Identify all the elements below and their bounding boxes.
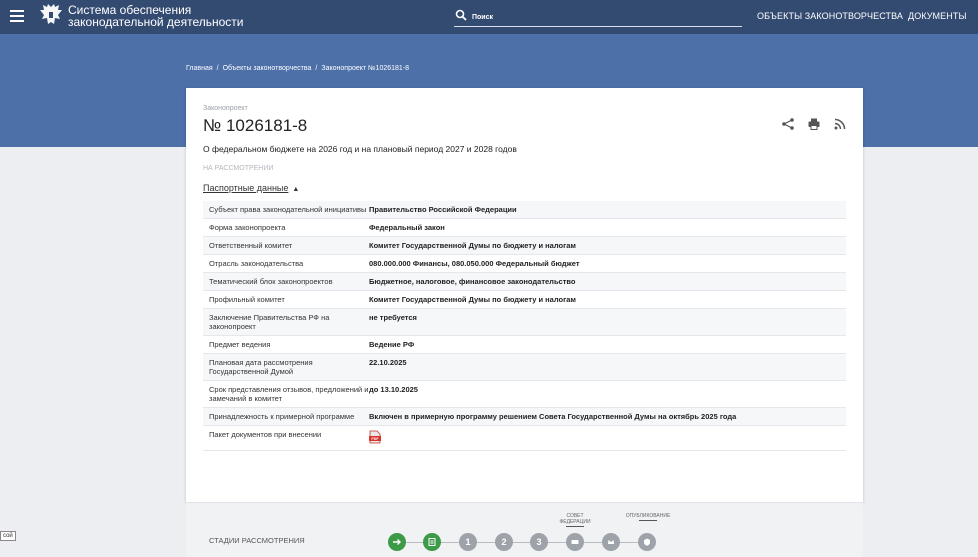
search-input[interactable]: [470, 9, 734, 25]
stage-council-icon[interactable]: [566, 533, 584, 551]
stage-council-caption: СОВЕТ ФЕДЕРАЦИИ: [555, 513, 595, 527]
row-value: Бюджетное, налоговое, финансовое законод…: [369, 277, 576, 286]
breadcrumb-home[interactable]: Главная: [186, 65, 213, 72]
passport-table: Субъект права законодательной инициативы…: [203, 201, 846, 451]
row-label: Заключение Правительства РФ на законопро…: [209, 313, 330, 331]
row-label: Субъект права законодательной инициативы: [209, 205, 367, 214]
row-label: Пакет документов при внесении: [209, 430, 322, 439]
rss-icon[interactable]: [833, 117, 847, 131]
search-icon[interactable]: [455, 9, 467, 21]
card-actions: [781, 117, 847, 131]
stage-publish-icon[interactable]: [638, 533, 656, 551]
bill-type-label: Законопроект: [203, 105, 248, 112]
nav-documents-link[interactable]: ДОКУМЕНТЫ: [908, 11, 967, 21]
share-icon[interactable]: [781, 117, 795, 131]
table-row: Форма законопроекта Федеральный закон: [203, 219, 846, 237]
table-row: Предмет ведения Ведение РФ: [203, 336, 846, 354]
search-box: [454, 8, 742, 27]
table-row: Субъект права законодательной инициативы…: [203, 201, 846, 219]
table-row: Пакет документов при внесении PDF: [203, 426, 846, 451]
breadcrumb: Главная / Объекты законотворчества / Законоп…: [186, 65, 410, 72]
menu-icon[interactable]: [10, 10, 24, 22]
stage-publish-caption: ОПУБЛИКОВАНИЕ: [623, 513, 673, 521]
row-label: Отрасль законодательства: [209, 259, 304, 268]
stage-president-icon[interactable]: [602, 533, 620, 551]
site-title-line2: законодательной деятельности: [68, 15, 244, 29]
stage-council-caption-text: СОВЕТ ФЕДЕРАЦИИ: [559, 513, 591, 525]
row-label: Принадлежность к примерной программе: [209, 412, 355, 421]
stage-1[interactable]: 1: [459, 533, 477, 551]
row-value: Комитет Государственной Думы по бюджету …: [369, 241, 576, 250]
row-label: Форма законопроекта: [209, 223, 286, 232]
row-label: Профильный комитет: [209, 295, 285, 304]
stage-arrow-icon[interactable]: [388, 533, 406, 551]
breadcrumb-current: Законопроект №1026181-8: [321, 65, 410, 72]
top-bar: Система обеспечения законодательной деят…: [0, 0, 978, 34]
stage-document-icon[interactable]: [423, 533, 441, 551]
row-value: Федеральный закон: [369, 223, 445, 232]
table-row: Плановая дата рассмотрения Государственн…: [203, 354, 846, 381]
breadcrumb-objects[interactable]: Объекты законотворчества: [223, 65, 312, 72]
row-label: Тематический блок законопроектов: [209, 277, 333, 286]
row-value: Ведение РФ: [369, 340, 415, 349]
chevron-up-icon: ▲: [292, 186, 300, 193]
table-row: Срок представления отзывов, предложений …: [203, 381, 846, 408]
row-value: Комитет Государственной Думы по бюджету …: [369, 295, 576, 304]
table-row: Профильный комитет Комитет Государственн…: [203, 291, 846, 309]
pdf-icon[interactable]: PDF: [369, 430, 381, 444]
table-row: Заключение Правительства РФ на законопро…: [203, 309, 846, 336]
row-value: до 13.10.2025: [369, 385, 418, 394]
stage-3[interactable]: 3: [530, 533, 548, 551]
table-row: Тематический блок законопроектов Бюджетн…: [203, 273, 846, 291]
row-value: Правительство Российской Федерации: [369, 205, 517, 214]
bill-card: Законопроект № 1026181-8 О федеральном б…: [186, 88, 863, 502]
row-label: Ответственный комитет: [209, 241, 293, 250]
site-title[interactable]: Система обеспечения законодательной деят…: [68, 4, 243, 28]
row-value: Включен в примерную программу решением С…: [369, 412, 737, 421]
row-label: Предмет ведения: [209, 340, 271, 349]
stage-2[interactable]: 2: [495, 533, 513, 551]
passport-toggle[interactable]: Паспортные данные ▲: [203, 183, 299, 193]
table-row: Отрасль законодательства 080.000.000 Фин…: [203, 255, 846, 273]
row-value: PDF: [369, 426, 846, 450]
print-icon[interactable]: [807, 117, 821, 131]
nav-objects-link[interactable]: ОБЪЕКТЫ ЗАКОНОТВОРЧЕСТВА: [757, 11, 903, 21]
row-value: не требуется: [369, 313, 417, 322]
row-value: 22.10.2025: [369, 358, 407, 367]
passport-toggle-label: Паспортные данные: [203, 183, 289, 193]
bill-status: НА РАССМОТРЕНИИ: [203, 165, 274, 172]
row-value: 080.000.000 Финансы, 080.050.000 Федерал…: [369, 259, 580, 268]
table-row: Принадлежность к примерной программе Вкл…: [203, 408, 846, 426]
table-row: Ответственный комитет Комитет Государств…: [203, 237, 846, 255]
emblem-icon: [40, 4, 62, 24]
stage-publish-caption-text: ОПУБЛИКОВАНИЕ: [625, 513, 671, 519]
stages-panel: СТАДИИ РАССМОТРЕНИЯ 1 2 3 СОВЕТ ФЕДЕРАЦИ…: [186, 502, 863, 557]
pdf-icon-label: PDF: [371, 437, 379, 441]
row-label: Срок представления отзывов, предложений …: [209, 385, 369, 403]
bill-number: № 1026181-8: [203, 116, 308, 135]
row-label: Плановая дата рассмотрения Государственн…: [209, 358, 313, 376]
corner-tag: сой: [0, 531, 16, 541]
bill-description: О федеральном бюджете на 2026 год и на п…: [203, 144, 517, 154]
stages-label: СТАДИИ РАССМОТРЕНИЯ: [209, 536, 305, 545]
